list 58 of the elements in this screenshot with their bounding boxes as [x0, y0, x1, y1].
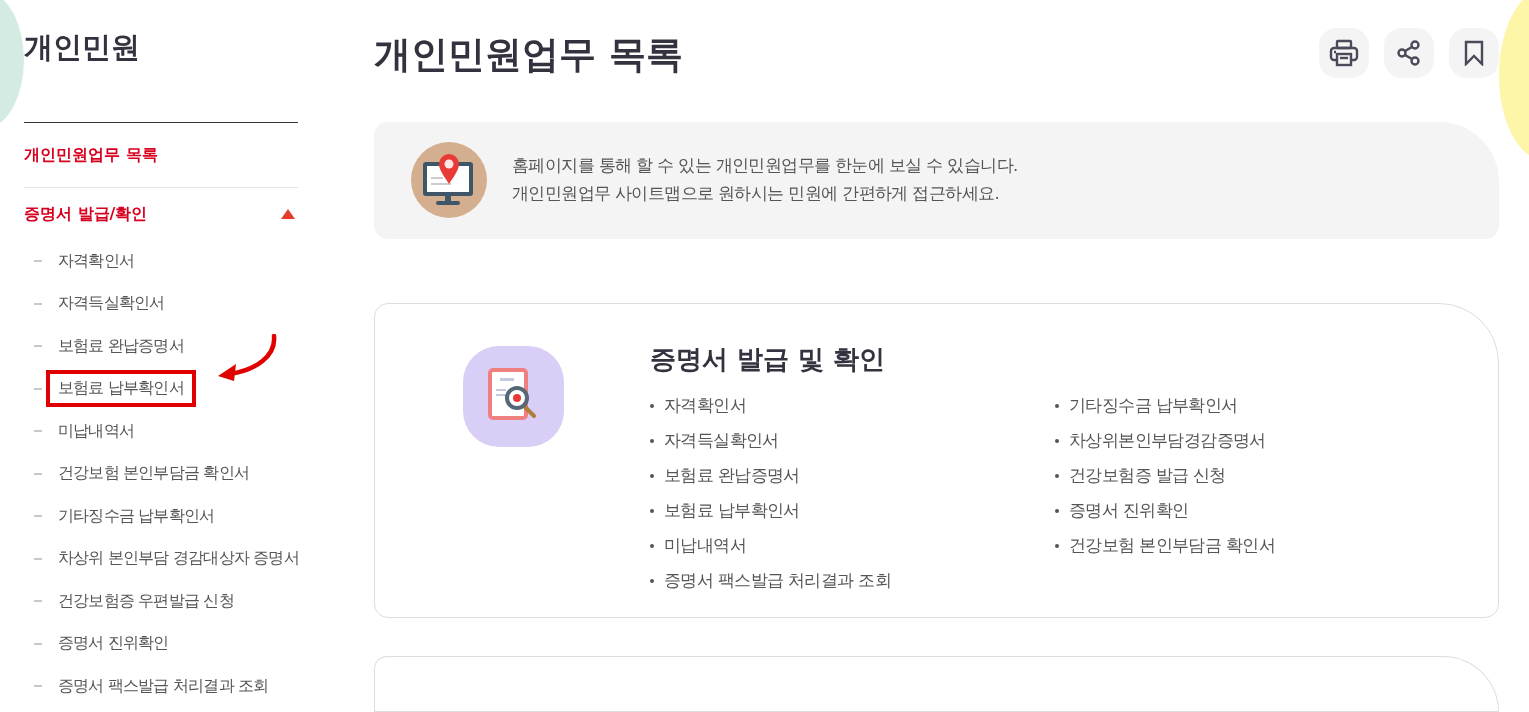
printer-icon	[1329, 39, 1359, 67]
service-link[interactable]: 건강보험증 발급 신청	[1069, 465, 1226, 488]
sidebar-subitem[interactable]: 건강보험증 우편발급 신청	[46, 582, 246, 620]
bullet-icon	[650, 509, 654, 514]
service-link[interactable]: 자격득실확인서	[664, 430, 779, 453]
dash-icon	[34, 260, 42, 263]
share-button[interactable]	[1384, 28, 1434, 78]
dash-icon	[34, 557, 42, 560]
bullet-icon	[1055, 474, 1059, 479]
bullet-icon	[650, 439, 654, 444]
bullet-icon	[650, 404, 654, 409]
service-link[interactable]: 미납내역서	[664, 535, 746, 558]
intro-text: 홈페이지를 통해 할 수 있는 개인민원업무를 한눈에 보실 수 있습니다. 개인민원업무 사이트맵으로 원하시는 민원에 간편하게 접근하세요.	[512, 155, 1018, 206]
dash-icon	[34, 642, 42, 645]
service-link[interactable]: 증명서 팩스발급 처리결과 조회	[664, 570, 892, 593]
dash-icon	[34, 387, 42, 390]
sidebar-subitem[interactable]: 보험료 납부확인서	[46, 370, 196, 408]
bullet-icon	[1055, 439, 1059, 444]
sidebar-item[interactable]: 증명서 발급/확인	[24, 203, 148, 225]
sidebar-subitem[interactable]: 증명서 진위확인	[46, 625, 181, 663]
service-link[interactable]: 보험료 납부확인서	[664, 500, 800, 523]
dash-icon	[34, 472, 42, 475]
page-title: 개인민원업무 목록	[374, 32, 683, 78]
share-icon	[1396, 39, 1422, 67]
service-link[interactable]: 증명서 진위확인	[1069, 500, 1189, 523]
service-link[interactable]: 기타징수금 납부확인서	[1069, 395, 1238, 418]
triangle-icon[interactable]	[281, 209, 295, 219]
bullet-icon	[650, 474, 654, 479]
service-link[interactable]: 차상위본인부담경감증명서	[1069, 430, 1266, 453]
bookmark-icon	[1463, 40, 1485, 66]
dash-icon	[34, 302, 42, 305]
service-link[interactable]: 자격확인서	[664, 395, 746, 418]
bullet-icon	[1055, 509, 1059, 514]
bullet-icon	[1055, 404, 1059, 409]
bookmark-button[interactable]	[1449, 28, 1499, 78]
dash-icon	[34, 345, 42, 348]
sidebar-subitem[interactable]: 건강보험 본인부담금 확인서	[46, 455, 261, 493]
monitor-pin-icon	[411, 142, 487, 219]
bullet-icon	[650, 544, 654, 549]
dash-icon	[34, 600, 42, 603]
bullet-icon	[1055, 544, 1059, 549]
sidebar-subitem[interactable]: 미납내역서	[46, 412, 146, 450]
dash-icon	[34, 430, 42, 433]
sidebar-subitem[interactable]: 자격득실확인서	[46, 285, 177, 323]
sidebar-subitem[interactable]: 기타징수금 납부확인서	[46, 497, 227, 535]
sidebar-title: 개인민원	[24, 29, 141, 66]
service-link[interactable]: 보험료 완납증명서	[664, 465, 800, 488]
dash-icon	[34, 685, 42, 688]
sidebar-item[interactable]: 개인민원업무 목록	[24, 144, 158, 166]
service-link[interactable]: 건강보험 본인부담금 확인서	[1069, 535, 1276, 558]
section-title: 증명서 발급 및 확인	[650, 342, 887, 376]
print-button[interactable]	[1319, 28, 1369, 78]
sidebar-subitem[interactable]: 증명서 팩스발급 처리결과 조회	[46, 667, 281, 705]
bullet-icon	[650, 579, 654, 584]
dash-icon	[34, 515, 42, 518]
sidebar-subitem[interactable]: 차상위 본인부담 경감대상자 증명서	[46, 540, 311, 578]
sidebar-subitem[interactable]: 보험료 완납증명서	[46, 327, 196, 365]
sidebar-subitem[interactable]: 자격확인서	[46, 242, 146, 280]
